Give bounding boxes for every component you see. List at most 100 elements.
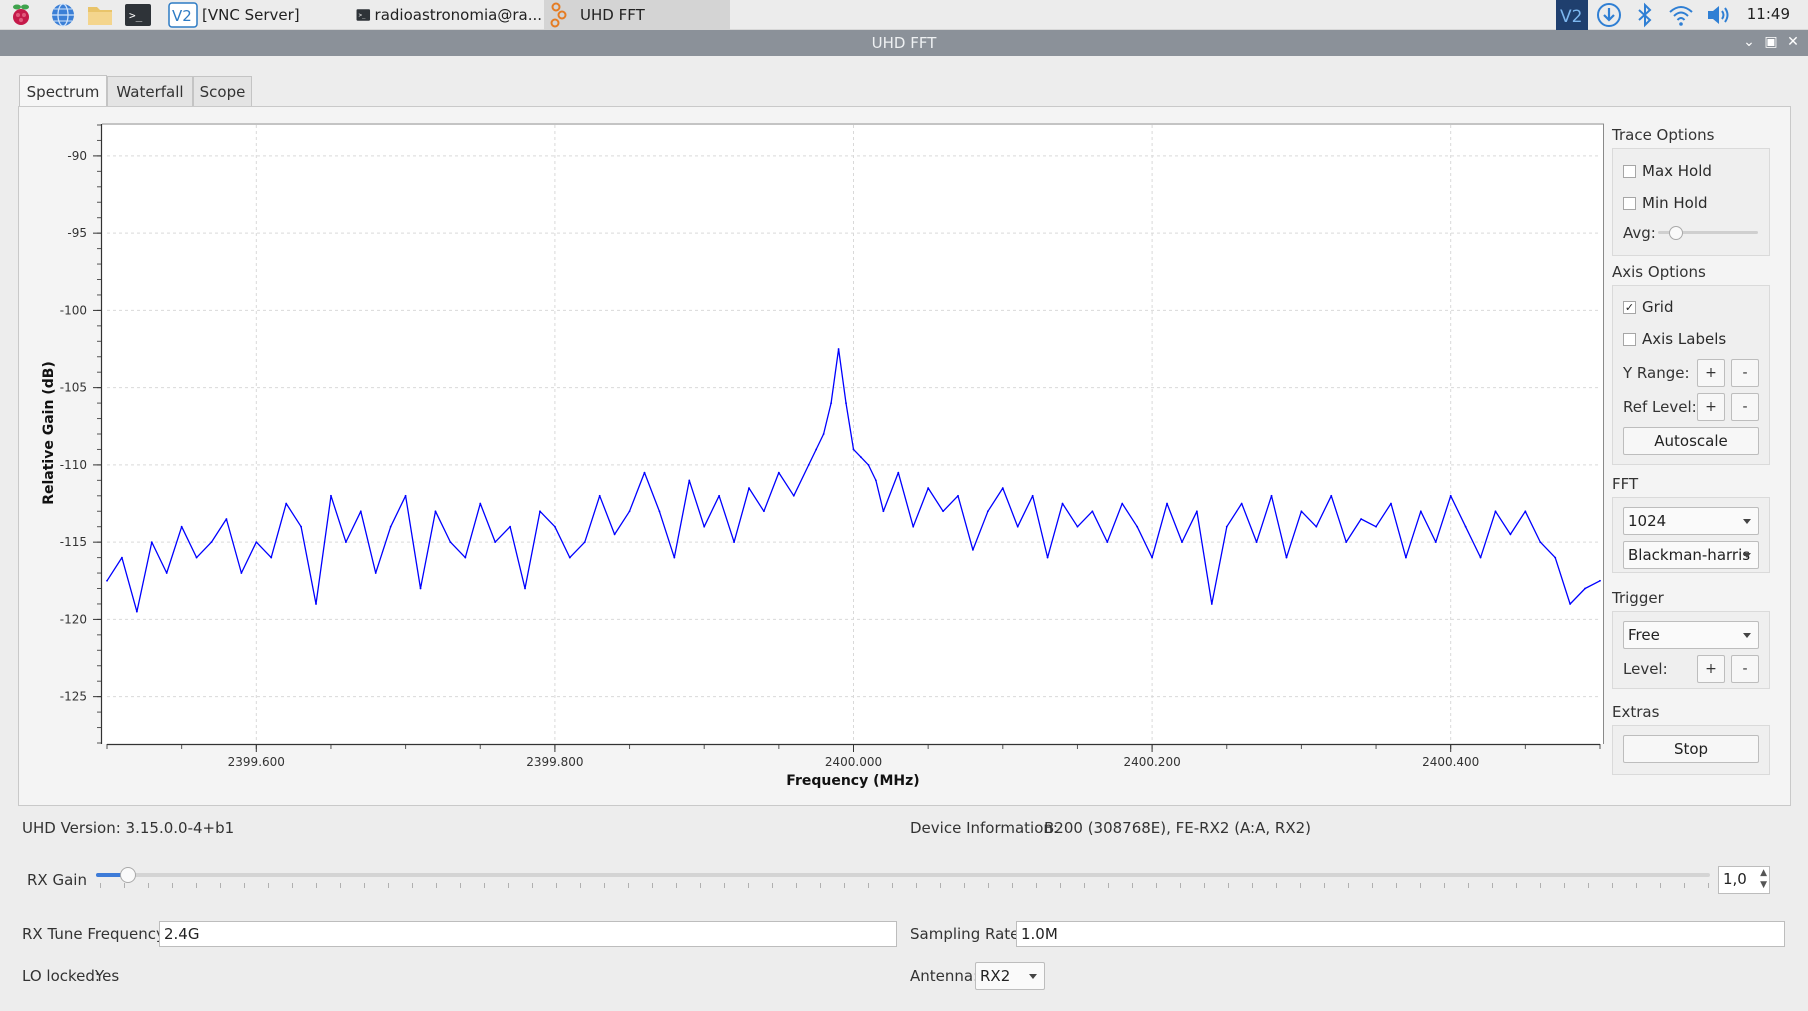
spectrum-point (509, 525, 512, 528)
spectrum-point (1061, 502, 1064, 505)
min-hold-checkbox[interactable]: Min Hold (1623, 194, 1708, 212)
spectrum-point (1524, 510, 1527, 513)
spectrum-point (822, 433, 825, 435)
spectrum-point (195, 556, 198, 559)
spectrum-point (628, 510, 631, 513)
spectrum-point (494, 541, 497, 544)
y-range-plus-button[interactable]: + (1697, 359, 1725, 387)
x-tick-label: 2400.400 (1422, 755, 1479, 769)
spectrum-point (1181, 541, 1183, 544)
trace-options-title: Trace Options (1612, 126, 1715, 144)
axis-labels-box[interactable] (1623, 332, 1636, 346)
spectrum-point (1121, 502, 1124, 505)
spectrum-point (1285, 556, 1288, 559)
trigger-mode-select[interactable]: Free (1623, 621, 1759, 649)
spectrum-point (643, 471, 646, 474)
stop-button[interactable]: Stop (1623, 735, 1759, 763)
spectrum-point (315, 603, 317, 605)
antenna-select[interactable]: RX2 (975, 962, 1045, 990)
spectrum-point (135, 610, 138, 613)
spectrum-point (1375, 525, 1377, 528)
ref-level-plus-button[interactable]: + (1697, 393, 1725, 421)
spectrum-point (1390, 502, 1392, 505)
spectrum-point (270, 556, 273, 559)
grid-box[interactable]: ✓ (1623, 300, 1636, 314)
trigger-mode-value: Free (1628, 626, 1660, 644)
antenna-label: Antenna: (910, 967, 979, 985)
spectrum-point (837, 348, 840, 350)
rx-tune-frequency-input[interactable]: 2.4G (159, 921, 897, 947)
lo-locked-label: LO locked: (22, 967, 100, 985)
spectrum-point (718, 494, 721, 497)
spectrum-point (1151, 556, 1153, 559)
grid-checkbox[interactable]: ✓ Grid (1623, 298, 1673, 316)
rx-gain-slider-handle[interactable] (120, 867, 137, 883)
sampling-rate-input[interactable]: 1.0M (1016, 921, 1785, 947)
axis-labels-checkbox[interactable]: Axis Labels (1623, 330, 1726, 348)
trigger-title: Trigger (1612, 589, 1664, 607)
y-tick-label: -100 (60, 303, 87, 317)
trigger-level-label: Level: (1623, 660, 1668, 678)
spectrum-point (1569, 603, 1572, 605)
x-tick-label: 2400.200 (1123, 755, 1180, 769)
max-hold-box[interactable] (1623, 164, 1636, 178)
spectrum-point (845, 402, 847, 404)
x-tick-label: 2399.600 (228, 755, 285, 769)
x-axis-title: Frequency (MHz) (786, 773, 919, 789)
spectrum-point (777, 471, 780, 474)
spectrum-point (1405, 556, 1407, 559)
spectrum-point (1360, 518, 1363, 520)
y-tick-label: -115 (60, 535, 87, 549)
spectrum-point (225, 518, 228, 520)
spectrum-point (1225, 525, 1228, 528)
y-tick-label: -120 (60, 612, 87, 626)
spectrum-point (1270, 494, 1273, 497)
trigger-level-minus-button[interactable]: - (1731, 655, 1759, 683)
spectrum-point (1136, 525, 1139, 528)
spin-arrows-icon[interactable]: ▲ ▼ (1760, 867, 1767, 891)
spectrum-point (330, 494, 332, 497)
rx-gain-slider-track[interactable] (96, 873, 1710, 877)
spectrum-chart[interactable]: 2399.600 2399.800 2400.000 2400.200 2400.400… (0, 0, 1808, 1011)
fft-window-value: Blackman-harris (1628, 546, 1751, 564)
spectrum-point (404, 494, 407, 497)
fft-size-select[interactable]: 1024 (1623, 507, 1759, 535)
fft-window-select[interactable]: Blackman-harris (1623, 541, 1759, 569)
spectrum-point (1464, 525, 1467, 528)
avg-slider-handle[interactable] (1669, 226, 1683, 240)
spectrum-point (613, 533, 616, 536)
spectrum-point (1255, 541, 1258, 544)
x-tick-label: 2399.800 (526, 755, 583, 769)
spectrum-point (807, 464, 810, 466)
spectrum-point (860, 456, 862, 459)
spectrum-point (464, 556, 467, 559)
spectrum-point (1031, 494, 1034, 497)
spectrum-point (389, 525, 392, 528)
y-range-minus-button[interactable]: - (1731, 359, 1759, 387)
min-hold-box[interactable] (1623, 196, 1636, 210)
autoscale-button[interactable]: Autoscale (1623, 427, 1759, 455)
rx-tune-frequency-label: RX Tune Frequency: (22, 925, 169, 943)
spectrum-point (165, 572, 168, 574)
spectrum-point (942, 510, 944, 513)
max-hold-checkbox[interactable]: Max Hold (1623, 162, 1712, 180)
spectrum-point (927, 487, 930, 489)
spectrum-point (374, 572, 377, 574)
ref-level-minus-button[interactable]: - (1731, 393, 1759, 421)
spectrum-point (419, 587, 422, 590)
rx-gain-spinbox[interactable]: 1,0 ▲ ▼ (1718, 866, 1770, 894)
spectrum-point (688, 479, 691, 482)
fft-size-value: 1024 (1628, 512, 1667, 530)
y-range-label: Y Range: (1623, 364, 1690, 382)
chevron-down-icon (1743, 553, 1751, 558)
spectrum-point (830, 402, 833, 404)
spectrum-point (763, 510, 765, 513)
trigger-level-plus-button[interactable]: + (1697, 655, 1725, 683)
spectrum-point (815, 448, 818, 451)
spectrum-point (1449, 494, 1452, 497)
chevron-down-icon (1743, 633, 1751, 638)
spectrum-point (957, 494, 959, 497)
spectrum-point (658, 510, 661, 513)
spectrum-point (1300, 510, 1303, 513)
spectrum-point (1479, 556, 1482, 559)
